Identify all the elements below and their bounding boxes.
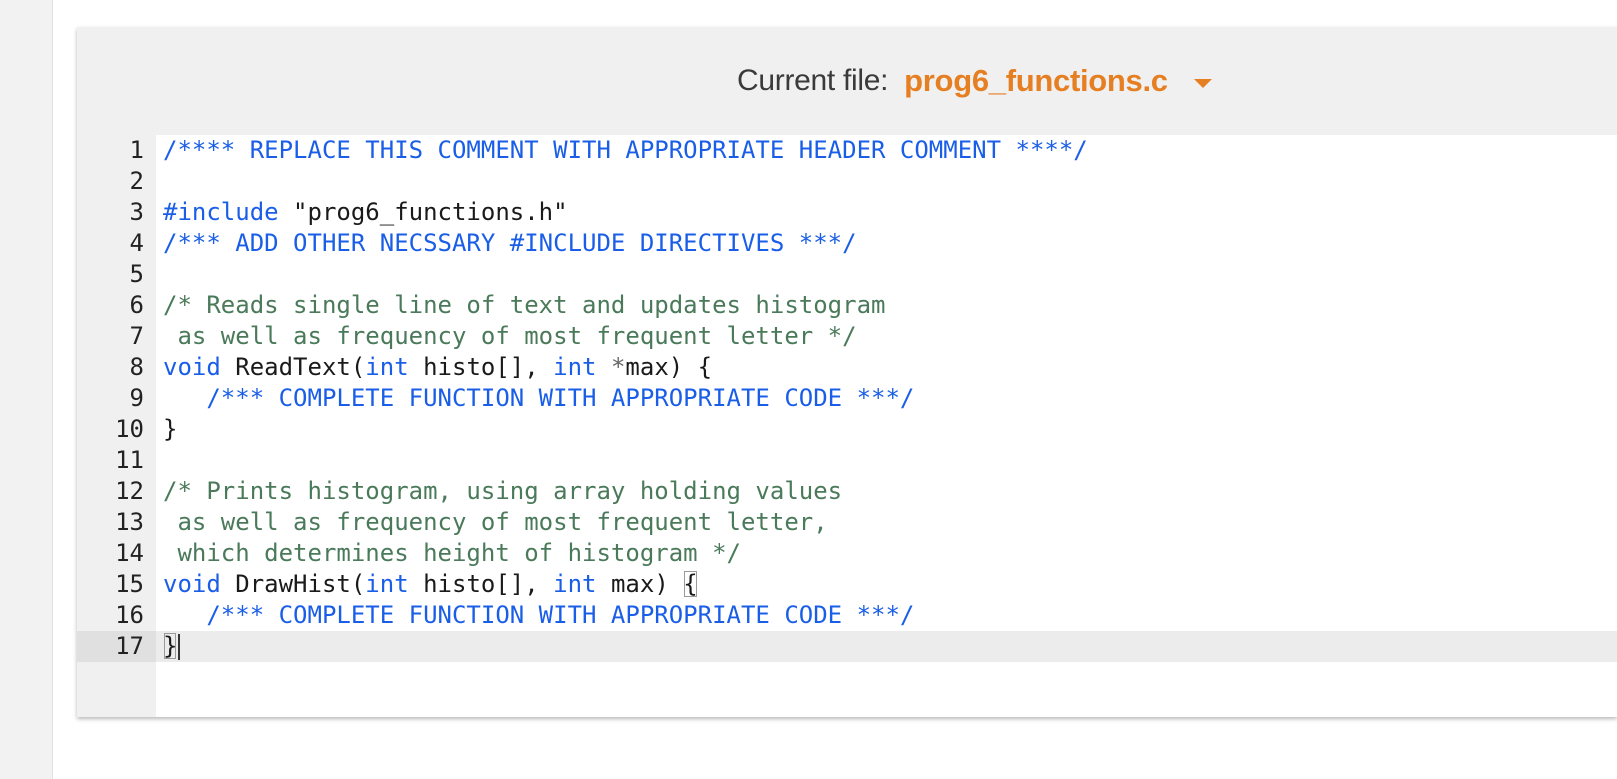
code-line[interactable]: 1 /**** REPLACE THIS COMMENT WITH APPROP… [77,135,1617,166]
code-text[interactable]: /* Reads single line of text and updates… [163,290,885,321]
line-number: 3 [129,198,144,226]
code-line[interactable]: 3 #include "prog6_functions.h" [77,197,1617,228]
line-number: 10 [115,415,144,443]
line-number: 11 [115,446,144,474]
line-number: 8 [129,353,144,381]
code-text[interactable]: which determines height of histogram */ [163,538,741,569]
code-line[interactable]: 8 void ReadText(int histo[], int *max) { [77,352,1617,383]
line-number: 9 [129,384,144,412]
line-number: 12 [115,477,144,505]
matched-brace: } [163,632,178,660]
code-line[interactable]: 6 /* Reads single line of text and updat… [77,290,1617,321]
line-number: 7 [129,322,144,350]
code-line[interactable]: 10 } [77,414,1617,445]
code-text[interactable]: as well as frequency of most frequent le… [163,507,827,538]
chevron-down-icon[interactable] [1193,78,1212,88]
code-line[interactable]: 7 as well as frequency of most frequent … [77,321,1617,352]
code-line[interactable]: 13 as well as frequency of most frequent… [77,507,1617,538]
code-text[interactable]: /*** COMPLETE FUNCTION WITH APPROPRIATE … [163,383,914,414]
code-line[interactable]: 16 /*** COMPLETE FUNCTION WITH APPROPRIA… [77,600,1617,631]
code-line[interactable]: 4 /*** ADD OTHER NECSSARY #INCLUDE DIREC… [77,228,1617,259]
current-file-label: Current file: [737,64,889,97]
code-text[interactable]: as well as frequency of most frequent le… [163,321,856,352]
code-text[interactable]: } [163,414,177,445]
code-line[interactable]: 5 [77,259,1617,290]
line-number: 1 [129,136,144,164]
code-line[interactable]: 12 /* Prints histogram, using array hold… [77,476,1617,507]
code-text[interactable]: void DrawHist(int histo[], int max) { [163,569,698,600]
line-number: 15 [115,570,144,598]
line-number: 13 [115,508,144,536]
code-lines[interactable]: 1 /**** REPLACE THIS COMMENT WITH APPROP… [77,135,1617,662]
code-editor-panel: Current file: prog6_functions.c 1 /**** … [77,27,1617,717]
line-number: 6 [129,291,144,319]
code-text[interactable]: } [163,631,181,662]
left-sidebar-strip [0,0,53,779]
file-header: Current file: prog6_functions.c [77,27,1617,135]
line-number: 2 [129,167,144,195]
current-file-name[interactable]: prog6_functions.c [904,63,1168,99]
code-line-active[interactable]: 17 } [77,631,1617,662]
code-text[interactable]: /* Prints histogram, using array holding… [163,476,842,507]
code-text[interactable]: #include "prog6_functions.h" [163,197,568,228]
code-text[interactable]: /*** COMPLETE FUNCTION WITH APPROPRIATE … [163,600,914,631]
text-cursor [178,634,181,660]
code-line[interactable]: 9 /*** COMPLETE FUNCTION WITH APPROPRIAT… [77,383,1617,414]
code-text[interactable]: /*** ADD OTHER NECSSARY #INCLUDE DIRECTI… [163,228,857,259]
code-line[interactable]: 11 [77,445,1617,476]
file-selector-dropdown[interactable]: Current file: prog6_functions.c [737,61,1212,101]
code-line[interactable]: 2 [77,166,1617,197]
line-number: 17 [77,631,156,662]
code-text[interactable]: void ReadText(int histo[], int *max) { [163,352,712,383]
code-line[interactable]: 15 void DrawHist(int histo[], int max) { [77,569,1617,600]
line-number: 16 [115,601,144,629]
code-text[interactable]: /**** REPLACE THIS COMMENT WITH APPROPRI… [163,135,1088,166]
line-number: 4 [129,229,144,257]
line-number: 14 [115,539,144,567]
line-number: 5 [129,260,144,288]
code-line[interactable]: 14 which determines height of histogram … [77,538,1617,569]
code-editor[interactable]: 1 /**** REPLACE THIS COMMENT WITH APPROP… [77,135,1617,717]
